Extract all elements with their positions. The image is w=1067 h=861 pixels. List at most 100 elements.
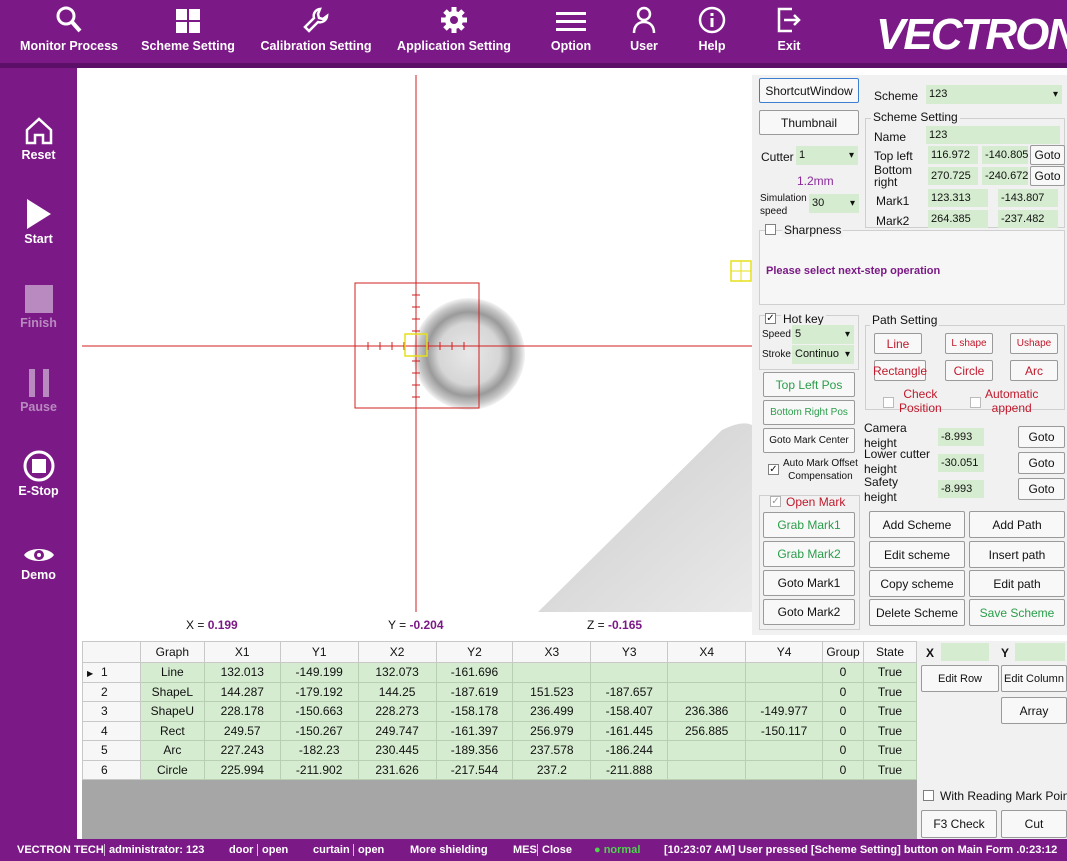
table-cell[interactable]: 0 bbox=[822, 701, 864, 722]
table-row[interactable]: 5 Arc 227.243 -182.23 230.445 -189.356 237.578… bbox=[82, 740, 917, 761]
f3-check-button[interactable]: F3 Check bbox=[921, 810, 997, 838]
table-cell[interactable]: 0 bbox=[822, 759, 864, 780]
sharpness-checkbox[interactable] bbox=[765, 224, 776, 235]
path-circle-button[interactable]: Circle bbox=[945, 360, 993, 381]
table-cell[interactable]: True bbox=[862, 740, 917, 761]
table-cell[interactable]: 237.578 bbox=[512, 740, 592, 761]
save-scheme-button[interactable]: Save Scheme bbox=[969, 599, 1065, 626]
grab-mark2-button[interactable]: Grab Mark2 bbox=[763, 541, 855, 567]
table-cell[interactable] bbox=[667, 759, 747, 780]
row-header[interactable]: 3 bbox=[82, 701, 141, 722]
estop-button[interactable]: E-Stop bbox=[0, 444, 77, 498]
scheme-select[interactable]: 123 bbox=[926, 85, 1062, 104]
reset-button[interactable]: Reset bbox=[0, 108, 77, 162]
table-cell[interactable]: -182.23 bbox=[279, 740, 359, 761]
table-cell[interactable]: -186.244 bbox=[590, 740, 669, 761]
table-cell[interactable] bbox=[667, 662, 747, 683]
table-cell[interactable]: 0 bbox=[822, 740, 864, 761]
delete-scheme-button[interactable]: Delete Scheme bbox=[869, 599, 965, 626]
mark2-y-field[interactable]: -237.482 bbox=[998, 210, 1058, 228]
reading-mark-point-checkbox[interactable] bbox=[923, 790, 934, 801]
goto-safety-height-button[interactable]: Goto bbox=[1018, 478, 1065, 500]
table-cell[interactable]: Line bbox=[139, 662, 205, 683]
table-cell[interactable] bbox=[512, 662, 592, 683]
finish-button[interactable]: Finish bbox=[0, 276, 77, 330]
table-cell[interactable]: -158.178 bbox=[435, 701, 514, 722]
row-header[interactable]: 5 bbox=[82, 740, 141, 761]
table-cell[interactable]: 228.273 bbox=[357, 701, 437, 722]
grid-column-header[interactable]: X4 bbox=[667, 641, 747, 663]
grid-column-header[interactable]: State bbox=[862, 641, 917, 663]
table-cell[interactable]: ShapeL bbox=[139, 681, 205, 702]
table-cell[interactable]: 132.013 bbox=[203, 662, 281, 683]
cut-button[interactable]: Cut bbox=[1001, 810, 1067, 838]
pause-button[interactable]: Pause bbox=[0, 360, 77, 414]
grid-column-header[interactable]: X3 bbox=[512, 641, 592, 663]
table-cell[interactable]: -187.657 bbox=[590, 681, 669, 702]
safety-height-field[interactable]: -8.993 bbox=[938, 480, 984, 498]
table-row[interactable]: ▶ 1 Line 132.013 -149.199 132.073 -161.696 0 Tru… bbox=[82, 662, 917, 683]
table-cell[interactable]: 236.386 bbox=[667, 701, 747, 722]
grid-column-header[interactable]: Y3 bbox=[590, 641, 669, 663]
table-cell[interactable]: 144.25 bbox=[357, 681, 437, 702]
simulation-speed-select[interactable]: 30 bbox=[809, 194, 859, 213]
edit-column-button[interactable]: Edit Column bbox=[1001, 665, 1067, 692]
table-cell[interactable]: -149.199 bbox=[279, 662, 359, 683]
table-cell[interactable]: 132.073 bbox=[357, 662, 437, 683]
path-ushape-button[interactable]: Ushape bbox=[1010, 333, 1058, 354]
nav-scheme-setting[interactable]: Scheme Setting bbox=[138, 0, 238, 64]
nav-application-setting[interactable]: Application Setting bbox=[392, 0, 516, 64]
row-header[interactable]: 4 bbox=[82, 720, 141, 741]
cutter-select[interactable]: 1 bbox=[796, 146, 858, 165]
table-cell[interactable] bbox=[745, 740, 824, 761]
path-rectangle-button[interactable]: Rectangle bbox=[873, 360, 927, 381]
table-cell[interactable]: 0 bbox=[822, 720, 864, 741]
lower-cutter-height-field[interactable]: -30.051 bbox=[938, 454, 984, 472]
table-cell[interactable] bbox=[745, 681, 824, 702]
table-cell[interactable]: 227.243 bbox=[203, 740, 281, 761]
table-cell[interactable]: -161.696 bbox=[435, 662, 514, 683]
path-data-grid[interactable]: Graph X1 Y1 X2 Y2 X3 Y3 X4 Y4 Group Stat… bbox=[82, 641, 917, 839]
nav-monitor-process[interactable]: Monitor Process bbox=[14, 0, 124, 64]
table-cell[interactable] bbox=[667, 740, 747, 761]
grid-column-header[interactable]: Y2 bbox=[435, 641, 514, 663]
row-header[interactable]: 6 bbox=[82, 759, 141, 780]
table-cell[interactable]: -150.267 bbox=[279, 720, 359, 741]
path-arc-button[interactable]: Arc bbox=[1010, 360, 1058, 381]
insert-path-button[interactable]: Insert path bbox=[969, 541, 1065, 568]
table-cell[interactable]: Rect bbox=[139, 720, 205, 741]
add-path-button[interactable]: Add Path bbox=[969, 511, 1065, 538]
table-cell[interactable]: -189.356 bbox=[435, 740, 514, 761]
table-cell[interactable] bbox=[745, 662, 824, 683]
table-row[interactable]: 2 ShapeL 144.287 -179.192 144.25 -187.619 151.… bbox=[82, 681, 917, 702]
table-cell[interactable]: 230.445 bbox=[357, 740, 437, 761]
table-cell[interactable]: -158.407 bbox=[590, 701, 669, 722]
mark1-y-field[interactable]: -143.807 bbox=[998, 189, 1058, 207]
table-cell[interactable]: 225.994 bbox=[203, 759, 281, 780]
table-cell[interactable]: 0 bbox=[822, 662, 864, 683]
table-cell[interactable]: 0 bbox=[822, 681, 864, 702]
table-cell[interactable]: 231.626 bbox=[357, 759, 437, 780]
camera-view[interactable] bbox=[82, 75, 752, 612]
table-cell[interactable]: -161.397 bbox=[435, 720, 514, 741]
table-cell[interactable] bbox=[590, 662, 669, 683]
stroke-select[interactable]: Continuo bbox=[792, 345, 854, 364]
table-row[interactable]: 4 Rect 249.57 -150.267 249.747 -161.397 256.97… bbox=[82, 720, 917, 741]
table-cell[interactable]: 256.885 bbox=[667, 720, 747, 741]
table-cell[interactable]: -149.977 bbox=[745, 701, 824, 722]
table-cell[interactable]: True bbox=[862, 701, 917, 722]
goto-camera-height-button[interactable]: Goto bbox=[1018, 426, 1065, 448]
table-cell[interactable]: 144.287 bbox=[203, 681, 281, 702]
edit-scheme-button[interactable]: Edit scheme bbox=[869, 541, 965, 568]
start-button[interactable]: Start bbox=[0, 192, 77, 246]
bottom-right-x-field[interactable]: 270.725 bbox=[928, 167, 978, 185]
grid-column-header[interactable]: X1 bbox=[203, 641, 281, 663]
table-cell[interactable]: True bbox=[862, 759, 917, 780]
row-header[interactable]: 2 bbox=[82, 681, 141, 702]
shortcut-window-button[interactable]: ShortcutWindow bbox=[759, 78, 859, 103]
goto-lower-cutter-height-button[interactable]: Goto bbox=[1018, 452, 1065, 474]
array-x-field[interactable] bbox=[941, 643, 989, 661]
table-cell[interactable]: 256.979 bbox=[512, 720, 592, 741]
goto-mark1-button[interactable]: Goto Mark1 bbox=[763, 570, 855, 596]
mark2-x-field[interactable]: 264.385 bbox=[928, 210, 988, 228]
